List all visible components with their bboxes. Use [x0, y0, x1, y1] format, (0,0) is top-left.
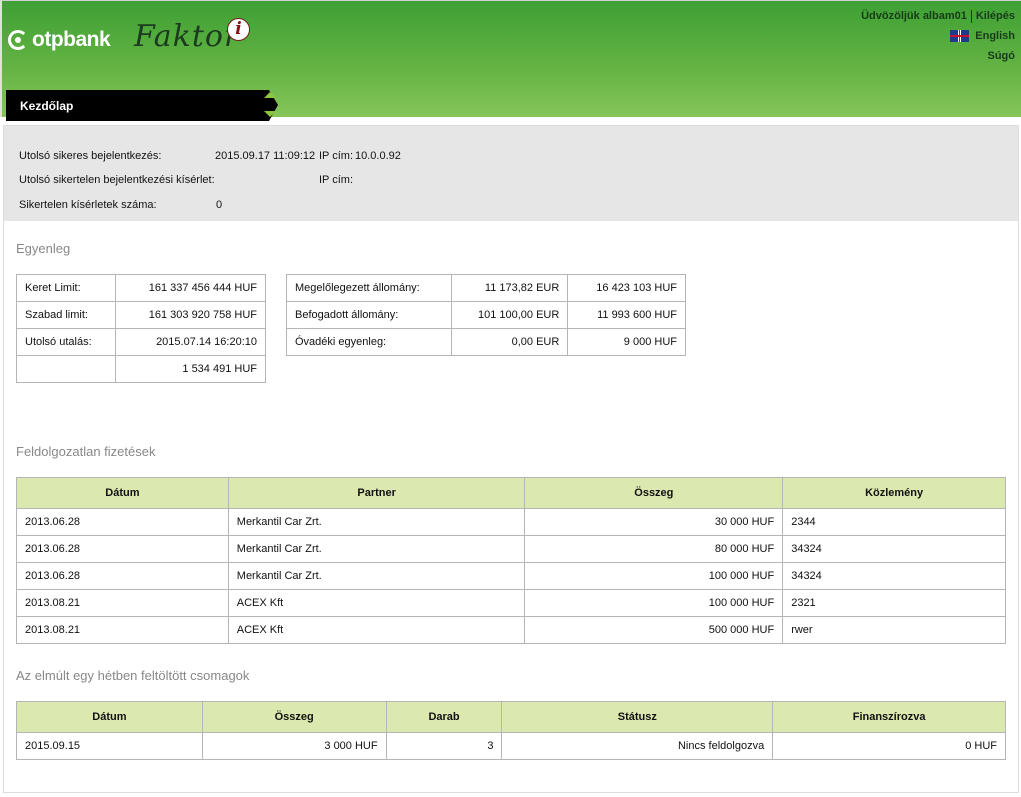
portfolio-table: Megelőlegezett állomány: 11 173,82 EUR 1… [286, 274, 686, 356]
table-row: Szabad limit: 161 303 920 758 HUF [16, 301, 267, 329]
column-header[interactable]: Státusz [501, 701, 774, 733]
note-cell: 34324 [782, 535, 1006, 563]
portfolio-eur: 11 173,82 EUR [450, 274, 569, 302]
partner-cell: ACEX Kft [227, 589, 526, 617]
logout-link[interactable]: Kilépés [976, 9, 1015, 23]
packages-title: Az elmúlt egy hétben feltöltött csomagok [16, 668, 250, 683]
partner-cell: Merkantil Car Zrt. [227, 508, 526, 536]
table-row[interactable]: 2013.06.28 Merkantil Car Zrt. 30 000 HUF… [16, 508, 1006, 536]
table-row: 1 534 491 HUF [16, 355, 267, 383]
column-header[interactable]: Partner [227, 477, 526, 509]
logo-text: otpbank [32, 28, 111, 51]
tab-home[interactable]: Kezdőlap [6, 90, 278, 121]
date-cell: 2013.06.28 [16, 508, 229, 536]
table-row[interactable]: 2013.06.28 Merkantil Car Zrt. 80 000 HUF… [16, 535, 1006, 563]
table-header-row: Dátum Összeg Darab Státusz Finanszírozva [16, 701, 1006, 733]
balance-value: 1 534 491 HUF [114, 355, 267, 383]
uploaded-packages-table: Dátum Összeg Darab Státusz Finanszírozva… [16, 701, 1006, 760]
tab-home-label: Kezdőlap [20, 99, 74, 113]
amount-cell: 80 000 HUF [524, 535, 784, 563]
fail-count-label: Sikertelen kísérletek száma: [19, 199, 157, 211]
column-header[interactable]: Összeg [201, 701, 387, 733]
balance-label: Utolsó utalás: [16, 328, 116, 356]
page-header: otpbank Faktor i Üdvözöljük albam01 Kilé… [0, 0, 1021, 121]
table-row[interactable]: 2015.09.15 3 000 HUF 3 Nincs feldolgozva… [16, 732, 1006, 760]
balance-value: 2015.07.14 16:20:10 [114, 328, 267, 356]
table-row: Befogadott állomány: 101 100,00 EUR 11 9… [286, 301, 686, 329]
amount-cell: 100 000 HUF [524, 562, 784, 590]
table-row: Utolsó utalás: 2015.07.14 16:20:10 [16, 328, 267, 356]
column-header[interactable]: Dátum [16, 701, 203, 733]
count-cell: 3 [385, 732, 503, 760]
portfolio-label: Óvadéki egyenleg: [286, 328, 452, 356]
table-row[interactable]: 2013.08.21 ACEX Kft 100 000 HUF 2321 [16, 589, 1006, 617]
help-link[interactable]: Súgó [988, 49, 1016, 63]
language-link[interactable]: English [975, 29, 1015, 43]
otpbank-logo[interactable]: otpbank [8, 28, 111, 52]
ip-value: 10.0.0.92 [355, 150, 401, 162]
column-header[interactable]: Dátum [16, 477, 229, 509]
amount-cell: 100 000 HUF [524, 589, 784, 617]
last-success-label: Utolsó sikeres bejelentkezés: [19, 150, 162, 162]
column-header[interactable]: Darab [385, 701, 503, 733]
portfolio-label: Befogadott állomány: [286, 301, 452, 329]
portfolio-label: Megelőlegezett állomány: [286, 274, 452, 302]
app-name: Faktor [134, 19, 240, 54]
portfolio-huf: 9 000 HUF [567, 328, 686, 356]
balance-label: Szabad limit: [16, 301, 116, 329]
fail-count-value: 0 [216, 199, 223, 211]
date-cell: 2013.08.21 [16, 589, 229, 617]
table-row[interactable]: 2013.06.28 Merkantil Car Zrt. 100 000 HU… [16, 562, 1006, 590]
last-success-value: 2015.09.17 11:09:12 [215, 150, 316, 162]
note-cell: rwer [782, 616, 1006, 644]
table-row: Megelőlegezett állomány: 11 173,82 EUR 1… [286, 274, 686, 302]
otp-logo-icon [8, 30, 28, 50]
partner-cell: Merkantil Car Zrt. [227, 535, 526, 563]
unprocessed-payments-table: Dátum Partner Összeg Közlemény 2013.06.2… [16, 477, 1006, 644]
portfolio-eur: 0,00 EUR [450, 328, 569, 356]
note-cell: 34324 [782, 562, 1006, 590]
ip-label: IP cím: [319, 150, 354, 162]
date-cell: 2013.06.28 [16, 562, 229, 590]
date-cell: 2013.06.28 [16, 535, 229, 563]
limit-table: Keret Limit: 161 337 456 444 HUF Szabad … [16, 274, 267, 383]
table-row[interactable]: 2013.08.21 ACEX Kft 500 000 HUF rwer [16, 616, 1006, 644]
amount-cell: 3 000 HUF [201, 732, 387, 760]
amount-cell: 500 000 HUF [524, 616, 784, 644]
balance-title: Egyenleg [16, 241, 71, 256]
table-row: Óvadéki egyenleg: 0,00 EUR 9 000 HUF [286, 328, 686, 356]
app-info-icon: i [227, 18, 250, 41]
unprocessed-title: Feldolgozatlan fizetések [16, 444, 156, 459]
column-header[interactable]: Összeg [524, 477, 784, 509]
table-header-row: Dátum Partner Összeg Közlemény [16, 477, 1006, 509]
user-menu: Üdvözöljük albam01 Kilépés English Súgó [861, 6, 1015, 66]
amount-cell: 30 000 HUF [524, 508, 784, 536]
status-cell: Nincs feldolgozva [501, 732, 774, 760]
note-cell: 2321 [782, 589, 1006, 617]
last-fail-label: Utolsó sikertelen bejelentkezési kísérle… [19, 174, 215, 186]
main-panel: Utolsó sikeres bejelentkezés: 2015.09.17… [3, 125, 1019, 793]
balance-value: 161 337 456 444 HUF [114, 274, 267, 302]
balance-label: Keret Limit: [16, 274, 116, 302]
language-switch[interactable]: English [861, 26, 1015, 46]
financed-cell: 0 HUF [772, 732, 1006, 760]
column-header[interactable]: Közlemény [782, 477, 1006, 509]
note-cell: 2344 [782, 508, 1006, 536]
portfolio-huf: 16 423 103 HUF [567, 274, 686, 302]
uk-flag-icon [950, 30, 970, 42]
divider [970, 9, 972, 23]
balance-label [16, 355, 116, 383]
date-cell: 2013.08.21 [16, 616, 229, 644]
ip-label-fail: IP cím: [319, 174, 354, 186]
login-info-box: Utolsó sikeres bejelentkezés: 2015.09.17… [4, 126, 1018, 221]
date-cell: 2015.09.15 [16, 732, 203, 760]
welcome-text: Üdvözöljük albam01 [861, 10, 967, 22]
column-header[interactable]: Finanszírozva [772, 701, 1006, 733]
portfolio-eur: 101 100,00 EUR [450, 301, 569, 329]
partner-cell: Merkantil Car Zrt. [227, 562, 526, 590]
portfolio-huf: 11 993 600 HUF [567, 301, 686, 329]
partner-cell: ACEX Kft [227, 616, 526, 644]
balance-value: 161 303 920 758 HUF [114, 301, 267, 329]
table-row: Keret Limit: 161 337 456 444 HUF [16, 274, 267, 302]
